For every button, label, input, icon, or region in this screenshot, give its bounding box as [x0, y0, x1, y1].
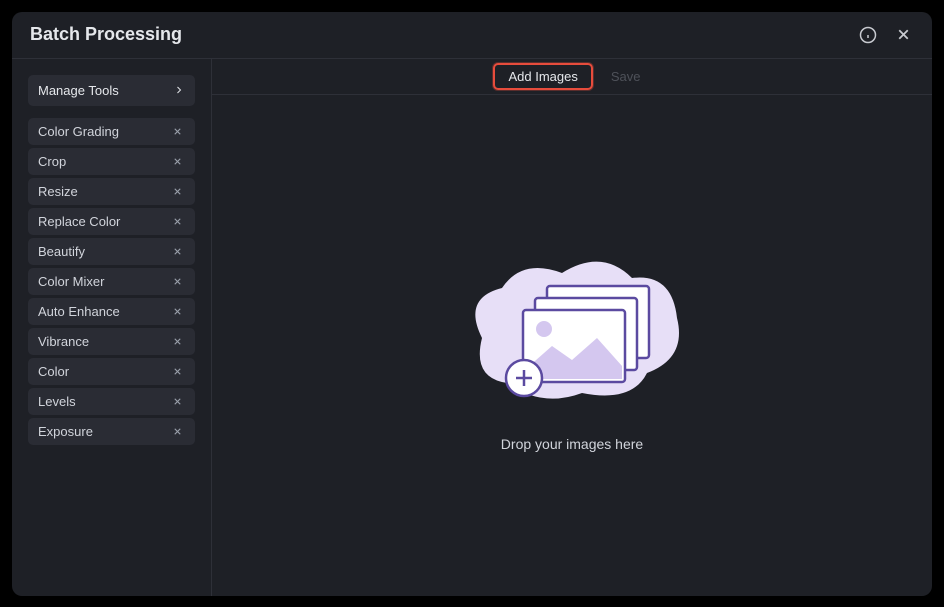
info-button[interactable] — [857, 24, 879, 46]
tool-remove-button[interactable] — [170, 394, 185, 409]
manage-tools-button[interactable]: Manage Tools — [28, 75, 195, 106]
header-actions — [857, 24, 914, 46]
sidebar: Manage Tools Color Grading Crop — [12, 59, 212, 596]
tool-remove-button[interactable] — [170, 154, 185, 169]
close-icon — [172, 156, 183, 167]
tool-remove-button[interactable] — [170, 184, 185, 199]
tool-item-beautify[interactable]: Beautify — [28, 238, 195, 265]
modal-body: Manage Tools Color Grading Crop — [12, 59, 932, 596]
tool-remove-button[interactable] — [170, 304, 185, 319]
tool-remove-button[interactable] — [170, 334, 185, 349]
modal-header: Batch Processing — [12, 12, 932, 59]
tool-label: Replace Color — [38, 214, 120, 229]
tool-label: Color Mixer — [38, 274, 104, 289]
close-button[interactable] — [893, 24, 914, 45]
info-icon — [859, 26, 877, 44]
tool-item-color[interactable]: Color — [28, 358, 195, 385]
close-icon — [172, 216, 183, 227]
main-area: Add Images Save Drop — [212, 59, 932, 596]
tool-label: Exposure — [38, 424, 93, 439]
tool-label: Levels — [38, 394, 76, 409]
tool-remove-button[interactable] — [170, 244, 185, 259]
tool-item-exposure[interactable]: Exposure — [28, 418, 195, 445]
tool-label: Color Grading — [38, 124, 119, 139]
chevron-right-icon — [173, 84, 185, 96]
batch-processing-modal: Batch Processing Manage Tools — [12, 12, 932, 596]
close-icon — [172, 126, 183, 137]
tool-item-levels[interactable]: Levels — [28, 388, 195, 415]
tool-item-color-mixer[interactable]: Color Mixer — [28, 268, 195, 295]
close-icon — [172, 366, 183, 377]
tool-label: Beautify — [38, 244, 85, 259]
tool-item-color-grading[interactable]: Color Grading — [28, 118, 195, 145]
tool-item-vibrance[interactable]: Vibrance — [28, 328, 195, 355]
close-icon — [172, 396, 183, 407]
tool-label: Resize — [38, 184, 78, 199]
toolbar: Add Images Save — [212, 59, 932, 95]
save-button[interactable]: Save — [601, 65, 651, 88]
close-icon — [172, 336, 183, 347]
tool-remove-button[interactable] — [170, 424, 185, 439]
tool-item-crop[interactable]: Crop — [28, 148, 195, 175]
close-icon — [172, 306, 183, 317]
manage-tools-label: Manage Tools — [38, 83, 119, 98]
close-icon — [172, 246, 183, 257]
tool-remove-button[interactable] — [170, 364, 185, 379]
close-icon — [895, 26, 912, 43]
tool-label: Auto Enhance — [38, 304, 120, 319]
tool-item-resize[interactable]: Resize — [28, 178, 195, 205]
tool-item-replace-color[interactable]: Replace Color — [28, 208, 195, 235]
close-icon — [172, 186, 183, 197]
close-icon — [172, 276, 183, 287]
tool-label: Crop — [38, 154, 66, 169]
tool-remove-button[interactable] — [170, 214, 185, 229]
add-images-button[interactable]: Add Images — [493, 63, 592, 90]
tool-label: Color — [38, 364, 69, 379]
modal-title: Batch Processing — [30, 24, 182, 45]
tool-label: Vibrance — [38, 334, 89, 349]
tool-item-auto-enhance[interactable]: Auto Enhance — [28, 298, 195, 325]
tool-remove-button[interactable] — [170, 124, 185, 139]
drop-text: Drop your images here — [501, 436, 643, 452]
drop-area[interactable]: Drop your images here — [212, 95, 932, 596]
tool-remove-button[interactable] — [170, 274, 185, 289]
drop-illustration-icon — [452, 238, 692, 418]
tool-list: Color Grading Crop Resize — [28, 118, 195, 445]
close-icon — [172, 426, 183, 437]
